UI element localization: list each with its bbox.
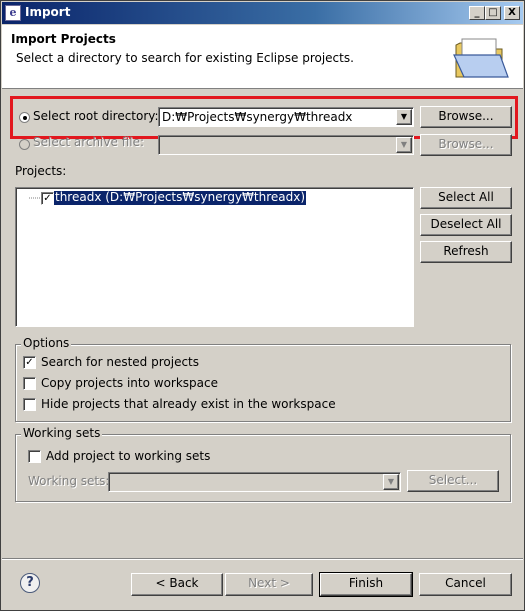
copy-into-workspace-label: Copy projects into workspace <box>41 376 219 390</box>
chevron-down-icon[interactable]: ▼ <box>383 474 399 490</box>
project-item[interactable]: threadx (D:₩Projects₩synergy₩threadx) <box>52 190 308 206</box>
minimize-button[interactable]: _ <box>469 6 485 20</box>
next-button[interactable]: Next > <box>225 573 313 596</box>
window-title: Import <box>25 5 71 19</box>
working-sets-combo[interactable]: ▼ <box>108 472 401 492</box>
title-bar[interactable]: e Import _ □ X <box>2 2 523 24</box>
hide-existing-label: Hide projects that already exist in the … <box>41 397 336 411</box>
root-directory-radio[interactable] <box>19 112 30 123</box>
close-button[interactable]: X <box>504 6 520 20</box>
chevron-down-icon[interactable]: ▼ <box>396 137 412 153</box>
eclipse-app-icon: e <box>5 5 21 21</box>
archive-file-label: Select archive file: <box>33 135 145 149</box>
deselect-all-button[interactable]: Deselect All <box>420 214 512 236</box>
finish-button[interactable]: Finish <box>319 572 413 597</box>
root-directory-label: Select root directory: <box>33 109 159 123</box>
search-nested-label: Search for nested projects <box>41 355 200 369</box>
browse-archive-button[interactable]: Browse... <box>420 134 512 156</box>
search-nested-checkbox[interactable]: ✓ <box>23 356 36 369</box>
working-sets-title: Working sets <box>21 426 103 440</box>
copy-into-workspace-checkbox[interactable] <box>23 377 36 390</box>
hide-existing-checkbox[interactable] <box>23 398 36 411</box>
footer-separator <box>2 558 523 560</box>
select-all-button[interactable]: Select All <box>420 187 512 209</box>
wizard-title: Import Projects <box>11 32 116 46</box>
root-directory-value: D:₩Projects₩synergy₩threadx <box>162 110 353 124</box>
import-dialog: e Import _ □ X Import Projects Select a … <box>0 0 525 611</box>
browse-root-button[interactable]: Browse... <box>420 106 512 128</box>
archive-file-radio[interactable] <box>19 139 30 150</box>
back-button[interactable]: < Back <box>131 573 223 596</box>
maximize-button[interactable]: □ <box>485 6 501 20</box>
help-icon[interactable]: ? <box>20 573 40 593</box>
add-to-working-sets-checkbox[interactable] <box>28 450 41 463</box>
projects-tree[interactable] <box>15 187 414 327</box>
select-working-sets-button[interactable]: Select... <box>407 470 499 492</box>
working-sets-label: Working sets: <box>28 474 110 488</box>
project-checkbox[interactable]: ✓ <box>41 192 54 205</box>
add-to-working-sets-label: Add project to working sets <box>46 449 211 463</box>
archive-file-combo[interactable]: ▼ <box>158 135 414 155</box>
options-title: Options <box>21 336 72 350</box>
cancel-button[interactable]: Cancel <box>419 573 512 596</box>
chevron-down-icon[interactable]: ▼ <box>396 109 412 125</box>
wizard-header: Import Projects Select a directory to se… <box>2 25 523 89</box>
refresh-button[interactable]: Refresh <box>420 241 512 263</box>
projects-label: Projects: <box>15 164 67 178</box>
folder-icon <box>453 38 509 78</box>
root-directory-combo[interactable]: D:₩Projects₩synergy₩threadx ▼ <box>158 107 414 127</box>
wizard-description: Select a directory to search for existin… <box>16 51 354 65</box>
